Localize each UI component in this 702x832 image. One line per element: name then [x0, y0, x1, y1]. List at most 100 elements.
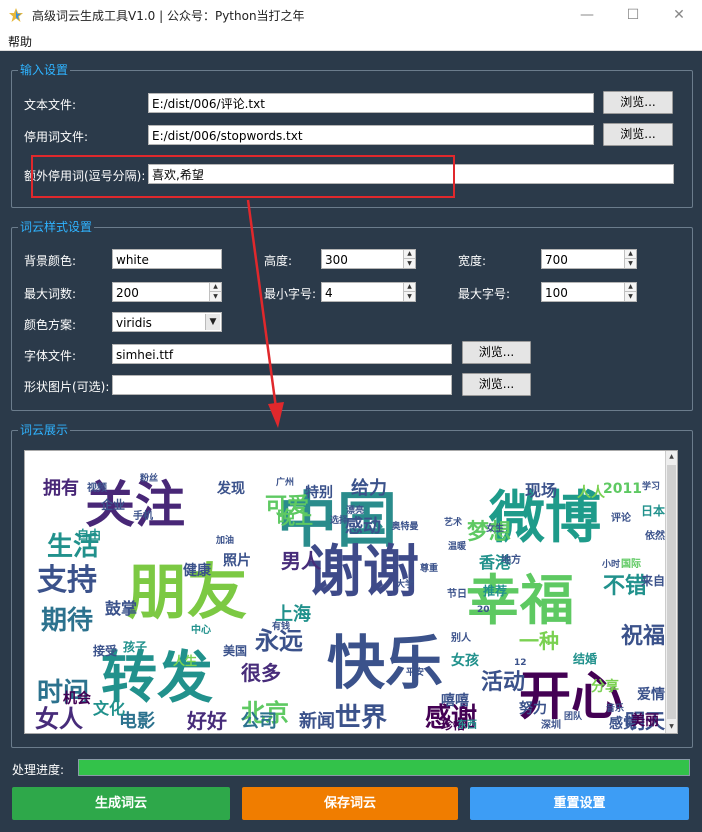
- stopwords-field[interactable]: E:/dist/006/stopwords.txt: [148, 125, 594, 145]
- height-value: 300: [325, 253, 348, 267]
- wordcloud-word: 20: [477, 604, 490, 615]
- wordcloud-word: 分享: [591, 679, 619, 695]
- wordcloud-word: 支持: [37, 563, 97, 598]
- wordcloud-word: 现场: [525, 481, 558, 500]
- generate-button[interactable]: 生成词云: [12, 787, 230, 820]
- wordcloud-word: 平安: [406, 667, 425, 678]
- spin-up-icon[interactable]: ▲: [404, 283, 415, 292]
- max-font-value: 100: [545, 286, 568, 300]
- window-title: 高级词云生成工具V1.0 | 公众号：Python当打之年: [32, 9, 305, 23]
- wordcloud-word: 大学: [396, 579, 415, 590]
- browse-text-file-button[interactable]: 浏览...: [603, 91, 673, 114]
- mask-field[interactable]: [112, 375, 452, 395]
- wordcloud-word: 团队: [564, 711, 583, 722]
- scroll-up-icon[interactable]: ▲: [666, 451, 677, 463]
- wordcloud-word: 发现: [217, 481, 245, 497]
- wordcloud-word: 中心: [191, 625, 211, 636]
- scroll-thumb[interactable]: [667, 465, 676, 719]
- browse-stopwords-button[interactable]: 浏览...: [603, 123, 673, 146]
- bg-color-field[interactable]: white: [112, 249, 222, 269]
- wordcloud-word: 一种: [519, 629, 559, 653]
- font-file-field[interactable]: simhei.ttf: [112, 344, 452, 364]
- wordcloud-word: 别人: [451, 633, 471, 644]
- max-font-spinbox[interactable]: 100 ▲ ▼: [541, 282, 637, 302]
- min-font-label: 最小字号:: [264, 287, 317, 301]
- colormap-label: 颜色方案:: [24, 318, 77, 332]
- wordcloud-word: 特别: [305, 485, 333, 501]
- max-font-spinner[interactable]: ▲ ▼: [624, 283, 636, 301]
- wordcloud-word: 爱情: [637, 687, 665, 703]
- max-words-label: 最大词数:: [24, 287, 77, 301]
- menu-help[interactable]: 帮助: [8, 33, 32, 50]
- colormap-select[interactable]: viridis ▼: [112, 312, 222, 332]
- min-font-spinbox[interactable]: 4 ▲ ▼: [321, 282, 416, 302]
- text-file-field[interactable]: E:/dist/006/评论.txt: [148, 93, 594, 113]
- width-spinner[interactable]: ▲ ▼: [624, 250, 636, 268]
- spin-down-icon[interactable]: ▼: [625, 292, 636, 301]
- wordcloud-word: 国际: [621, 559, 641, 570]
- browse-mask-button[interactable]: 浏览...: [462, 373, 531, 396]
- wordcloud-word: 努力: [519, 701, 547, 717]
- min-font-spinner[interactable]: ▲ ▼: [403, 283, 415, 301]
- wordcloud-word: 日本: [641, 504, 666, 518]
- wordcloud-word: 东西: [457, 720, 477, 731]
- title-bar: 高级词云生成工具V1.0 | 公众号：Python当打之年 — ☐ ✕: [0, 0, 702, 30]
- spin-up-icon[interactable]: ▲: [404, 250, 415, 259]
- spin-up-icon[interactable]: ▲: [625, 283, 636, 292]
- spin-up-icon[interactable]: ▲: [210, 283, 221, 292]
- spin-down-icon[interactable]: ▼: [404, 259, 415, 268]
- progress-fill: [79, 760, 689, 775]
- spin-up-icon[interactable]: ▲: [625, 250, 636, 259]
- mask-label: 形状图片(可选):: [24, 380, 110, 394]
- max-words-value: 200: [116, 286, 139, 300]
- scroll-down-icon[interactable]: ▼: [666, 721, 677, 733]
- minimize-button[interactable]: —: [564, 0, 610, 30]
- min-font-value: 4: [325, 286, 333, 300]
- reset-button[interactable]: 重置设置: [470, 787, 689, 820]
- wordcloud-word: 拥有: [43, 478, 79, 499]
- colormap-value: viridis: [116, 316, 152, 330]
- spin-down-icon[interactable]: ▼: [404, 292, 415, 301]
- close-button[interactable]: ✕: [656, 0, 702, 30]
- max-words-spinbox[interactable]: 200 ▲ ▼: [112, 282, 222, 302]
- wordcloud-word: 有钱: [272, 621, 291, 632]
- wordcloud-word: 机会: [63, 691, 91, 707]
- browse-font-button[interactable]: 浏览...: [462, 341, 531, 364]
- max-font-label: 最大字号:: [458, 287, 511, 301]
- width-label: 宽度:: [458, 254, 487, 268]
- spin-down-icon[interactable]: ▼: [210, 292, 221, 301]
- wordcloud-word: 感动: [345, 516, 381, 537]
- chevron-down-icon[interactable]: ▼: [205, 314, 220, 330]
- spin-down-icon[interactable]: ▼: [625, 259, 636, 268]
- wordcloud-word: 尊重: [420, 563, 439, 574]
- height-spinbox[interactable]: 300 ▲ ▼: [321, 249, 416, 269]
- wordcloud-word: 小时: [602, 559, 621, 570]
- wordcloud-word: 粉丝: [140, 473, 159, 484]
- wordcloud-word: 评论: [611, 513, 631, 524]
- wordcloud-word: 温暖: [448, 541, 467, 552]
- vertical-scrollbar[interactable]: ▲ ▼: [665, 451, 677, 733]
- wordcloud-word: 健康: [183, 563, 211, 579]
- wordcloud-word: 快乐: [327, 629, 444, 697]
- wordcloud-word: 推荐: [483, 584, 508, 598]
- wordcloud-word: 公司: [241, 711, 277, 732]
- wordcloud-word: 企业: [101, 498, 126, 512]
- wordcloud-word: 新闻: [299, 711, 335, 732]
- wordcloud-word: 鼓掌: [105, 599, 138, 618]
- wordcloud-word: 学习: [642, 481, 661, 492]
- wordcloud-word: 深圳: [541, 720, 561, 731]
- wordcloud-word: 谢谢: [307, 540, 419, 605]
- wordcloud-word: 结婚: [573, 652, 598, 666]
- progress-bar: [78, 759, 690, 776]
- wordcloud-word: 幸福: [466, 569, 574, 632]
- width-value: 700: [545, 253, 568, 267]
- max-words-spinner[interactable]: ▲ ▼: [209, 283, 221, 301]
- height-spinner[interactable]: ▲ ▼: [403, 250, 415, 268]
- save-button[interactable]: 保存词云: [242, 787, 458, 820]
- width-spinbox[interactable]: 700 ▲ ▼: [541, 249, 637, 269]
- highlight-box: [31, 155, 455, 198]
- maximize-button[interactable]: ☐: [610, 0, 656, 30]
- wordcloud-canvas: 中国 微博 朋友 谢谢 幸福 关注 转发 快乐 开心 支持 期待 生活 时间 女人 世界 感谢 北京 永远 男人 可爱…: [24, 450, 678, 734]
- wordcloud-word: 男人: [281, 549, 321, 573]
- wordcloud-word: 永远: [255, 627, 303, 655]
